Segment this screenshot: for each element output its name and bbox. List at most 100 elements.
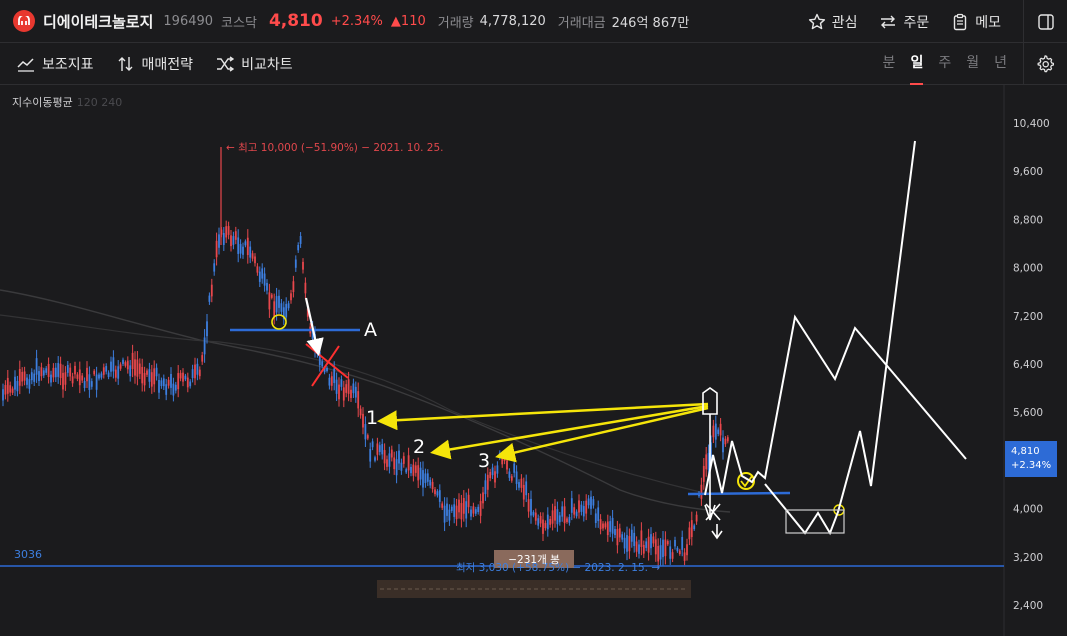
market-label: 코스닥 (221, 15, 257, 31)
indicator-legend[interactable]: 지수이동평균 120 240 (12, 94, 122, 110)
candle-body (424, 473, 427, 483)
candle-body (148, 369, 151, 382)
order-label: 주문 (903, 14, 930, 31)
up-down-arrows-icon (118, 56, 133, 71)
candle-body (95, 374, 98, 390)
candle-body (578, 500, 580, 513)
watchlist-button[interactable]: 관심 (808, 12, 857, 32)
candle-body (443, 505, 446, 523)
candle-body (119, 364, 122, 369)
candle-body (170, 373, 172, 388)
tab-minute[interactable]: 분 (883, 43, 896, 85)
price-chart[interactable]: ← 최고 10,000 (−51.90%) − 2021. 10. 25. 최저… (0, 0, 1067, 636)
candle-body (215, 240, 218, 258)
candle-body (47, 363, 50, 377)
candle-body (633, 532, 636, 547)
candle-body (74, 365, 76, 375)
tab-week[interactable]: 주 (938, 43, 951, 85)
memo-button[interactable]: 메모 (951, 12, 1001, 32)
indicator-button[interactable]: 보조지표 (17, 54, 94, 74)
memo-label: 메모 (975, 14, 1001, 31)
candle-body (364, 424, 367, 440)
indicator-name: 지수이동평균 (12, 96, 73, 109)
candle-body (165, 384, 168, 395)
candle-body (614, 529, 616, 536)
candle-body (50, 374, 52, 383)
candle-body (635, 541, 638, 552)
candle-body (54, 367, 57, 378)
y-tick-label: 4,000 (1013, 504, 1043, 516)
candle-body (210, 284, 213, 297)
candle-body (407, 455, 410, 471)
candle-body (503, 454, 506, 461)
tab-month[interactable]: 월 (966, 43, 979, 85)
candle-body (623, 537, 626, 549)
period-tabs: 분 일 주 월 년 (868, 43, 1007, 85)
candle-body (174, 384, 177, 391)
candle-body (686, 544, 688, 556)
order-button[interactable]: 주문 (879, 12, 929, 32)
candle-body (462, 497, 465, 514)
candle-body (18, 368, 21, 386)
strategy-button[interactable]: 매매전략 (117, 54, 193, 74)
brand-logo-icon (13, 10, 35, 32)
candle-body (146, 370, 148, 375)
candle-body (652, 536, 655, 544)
candle-body (42, 370, 45, 376)
change-percent: +2.34% (330, 13, 383, 29)
candle-body (474, 509, 477, 514)
high-price-annotation: ← 최고 10,000 (−51.90%) − 2021. 10. 25. (226, 142, 444, 154)
trade-amount-label: 거래대금 (557, 15, 606, 31)
candle-body (196, 363, 199, 375)
candle-body (654, 539, 657, 555)
candle-body (2, 389, 4, 401)
candle-body (354, 386, 357, 398)
candle-body (59, 363, 62, 379)
candle-body (292, 281, 295, 293)
candle-body (208, 295, 211, 302)
candle-body (575, 511, 578, 517)
candle-body (587, 498, 590, 506)
candle-body (311, 327, 314, 340)
candle-body (402, 456, 405, 464)
candle-body (700, 484, 703, 499)
candle-body (261, 268, 264, 279)
tab-day[interactable]: 일 (910, 43, 923, 85)
candle-body (150, 372, 153, 387)
side-panel-toggle[interactable] (1023, 0, 1067, 43)
candle-body (570, 498, 573, 513)
low-price-annotation: 최저 3,030 (+58.75%) − 2023. 2. 15. → (456, 562, 660, 574)
candle-body (33, 373, 36, 382)
shuffle-icon (217, 55, 235, 72)
stock-name[interactable]: 디에이테크놀로지 (43, 11, 153, 32)
candle-body (220, 229, 223, 235)
support-line-label: 3036 (14, 548, 42, 561)
candle-body (681, 537, 684, 550)
candle-body (414, 465, 417, 473)
candle-body (398, 450, 400, 464)
candle-body (712, 425, 715, 438)
candle-body (306, 308, 309, 317)
chart-settings-button[interactable] (1023, 43, 1067, 85)
candle-body (278, 295, 280, 308)
candle-body (38, 371, 40, 382)
candle-body (321, 361, 324, 367)
candle-body (206, 321, 208, 337)
candle-body (450, 506, 453, 511)
candle-body (69, 367, 72, 377)
candle-body (436, 491, 439, 496)
tab-year[interactable]: 년 (994, 43, 1007, 85)
candle-body (441, 503, 444, 508)
candle-body (126, 360, 129, 370)
candle-body (227, 226, 230, 235)
candle-body (11, 388, 14, 393)
candle-body (328, 377, 331, 386)
candle-body (381, 444, 384, 455)
candle-body (458, 499, 460, 513)
candle-body (287, 303, 290, 309)
compare-chart-button[interactable]: 비교차트 (216, 54, 293, 74)
indicator-chart-icon (17, 57, 34, 72)
candle-body (465, 501, 468, 519)
candle-body (556, 509, 559, 525)
candle-body (693, 525, 696, 530)
